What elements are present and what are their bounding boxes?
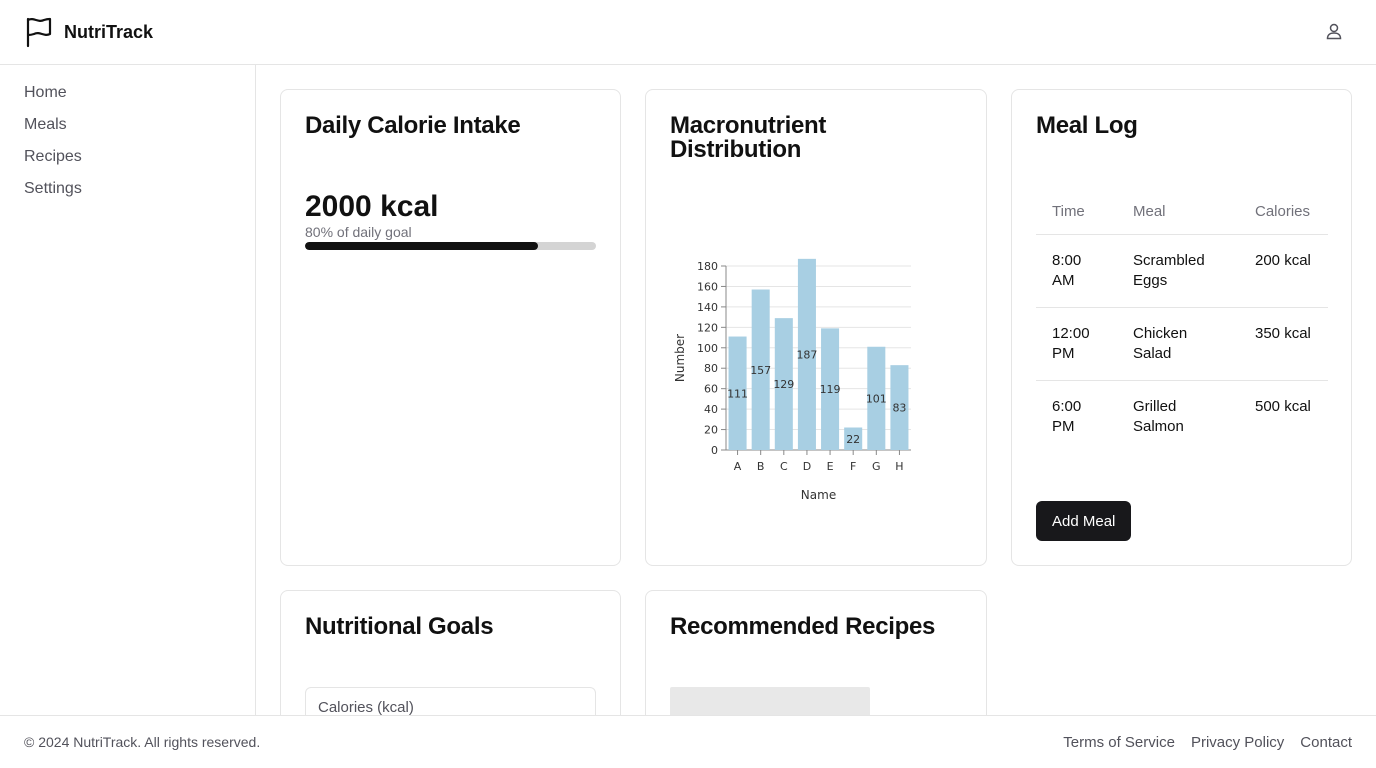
- footer-link-privacy[interactable]: Privacy Policy: [1191, 734, 1284, 751]
- logo[interactable]: NutriTrack: [24, 16, 153, 48]
- bar-value-label: 111: [727, 387, 748, 400]
- calorie-card-title: Daily Calorie Intake: [305, 112, 521, 139]
- bar-value-label: 83: [892, 402, 906, 415]
- bar-value-label: 157: [750, 364, 771, 377]
- footer-link-contact[interactable]: Contact: [1300, 734, 1352, 751]
- calorie-intake-card: Daily Calorie Intake 2000 kcal 80% of da…: [280, 89, 621, 566]
- meal-time: 12:00 PM: [1036, 307, 1117, 381]
- table-row: 8:00 AM Scrambled Eggs 200 kcal: [1036, 234, 1328, 308]
- y-tick-label: 40: [704, 403, 718, 416]
- y-tick-label: 120: [697, 321, 718, 334]
- footer-links: Terms of Service Privacy Policy Contact: [1063, 734, 1352, 751]
- macro-card-title: Macronutrient Distribution: [670, 112, 827, 163]
- column-header-time: Time: [1036, 190, 1117, 235]
- recipes-card-title: Recommended Recipes: [670, 613, 936, 640]
- meal-time: 6:00 PM: [1052, 397, 1082, 435]
- calories-goal-input[interactable]: [305, 687, 596, 715]
- y-tick-label: 180: [697, 260, 718, 273]
- calorie-progress-bar: [305, 242, 596, 250]
- recipe-image[interactable]: [670, 687, 870, 715]
- bar-value-label: 119: [820, 383, 841, 396]
- app-footer: © 2024 NutriTrack. All rights reserved. …: [0, 715, 1376, 768]
- y-tick-label: 20: [704, 424, 718, 437]
- y-tick-label: 100: [697, 342, 718, 355]
- app-header: NutriTrack: [0, 0, 1376, 65]
- y-tick-label: 160: [697, 280, 718, 293]
- x-tick-label: G: [872, 460, 881, 473]
- user-icon: [1325, 22, 1343, 45]
- bar-value-label: 101: [866, 392, 887, 405]
- sidebar-item-home[interactable]: Home: [0, 82, 255, 114]
- x-tick-label: B: [757, 460, 765, 473]
- meal-time: 8:00 AM: [1036, 234, 1117, 308]
- macronutrient-card: Macronutrient Distribution 0 20 40 60 80 100 1…: [645, 89, 987, 566]
- calorie-progress-fill: [305, 242, 538, 250]
- recommended-recipes-card: Recommended Recipes: [645, 590, 987, 715]
- y-axis-title: Number: [673, 334, 687, 382]
- meal-calories: 500 kcal: [1255, 397, 1311, 415]
- macronutrient-bar-chart: 0 20 40 60 80 100 120 140 160 180 111 A 157 B 129 C 187 D…: [673, 258, 911, 502]
- column-header-meal: Meal: [1117, 190, 1239, 235]
- x-tick-label: A: [734, 460, 742, 473]
- y-tick-label: 140: [697, 301, 718, 314]
- meal-name: Chicken Salad: [1117, 307, 1239, 381]
- table-row: 12:00 PM Chicken Salad 350 kcal: [1036, 307, 1328, 381]
- x-tick-label: E: [827, 460, 834, 473]
- sidebar-item-settings[interactable]: Settings: [0, 178, 255, 210]
- nutritional-goals-card: Nutritional Goals: [280, 590, 621, 715]
- goals-card-title: Nutritional Goals: [305, 613, 494, 640]
- y-tick-label: 60: [704, 383, 718, 396]
- calorie-goal-text: 80% of daily goal: [305, 224, 412, 240]
- table-row: 6:00 PM Grilled Salmon 500 kcal: [1036, 380, 1328, 453]
- meal-log-title: Meal Log: [1036, 112, 1138, 139]
- meal-calories: 350 kcal: [1239, 307, 1328, 381]
- meal-calories: 200 kcal: [1239, 234, 1328, 308]
- x-tick-label: H: [895, 460, 903, 473]
- table-header-row: Time Meal Calories: [1036, 190, 1328, 235]
- x-tick-label: C: [780, 460, 788, 473]
- y-tick-label: 80: [704, 362, 718, 375]
- x-tick-label: F: [850, 460, 856, 473]
- calorie-value: 2000 kcal: [305, 190, 439, 223]
- brand-name: NutriTrack: [64, 21, 154, 42]
- sidebar: Home Meals Recipes Settings: [0, 65, 256, 715]
- flag-icon: [24, 16, 54, 48]
- bar-value-label: 187: [796, 348, 817, 361]
- meal-name: Grilled Salmon: [1133, 397, 1184, 435]
- add-meal-button[interactable]: Add Meal: [1036, 501, 1132, 541]
- meal-log-card: Meal Log Time Meal Calories 8:00 AM Scra…: [1011, 89, 1352, 566]
- user-account-button[interactable]: [1322, 21, 1346, 45]
- copyright-text: © 2024 NutriTrack. All rights reserved.: [24, 734, 261, 750]
- footer-link-terms[interactable]: Terms of Service: [1063, 734, 1175, 751]
- x-axis-title: Name: [801, 488, 836, 502]
- x-tick-label: D: [803, 460, 811, 473]
- column-header-calories: Calories: [1239, 190, 1328, 235]
- y-tick-label: 0: [711, 444, 718, 457]
- sidebar-item-recipes[interactable]: Recipes: [0, 146, 255, 178]
- sidebar-item-meals[interactable]: Meals: [0, 114, 255, 146]
- meal-log-table: Time Meal Calories 8:00 AM Scrambled Egg…: [1036, 190, 1328, 453]
- bar-value-label: 22: [846, 433, 860, 446]
- meal-name: Scrambled Eggs: [1117, 234, 1239, 308]
- bar-value-label: 129: [773, 378, 794, 391]
- main-content: Daily Calorie Intake 2000 kcal 80% of da…: [256, 65, 1376, 715]
